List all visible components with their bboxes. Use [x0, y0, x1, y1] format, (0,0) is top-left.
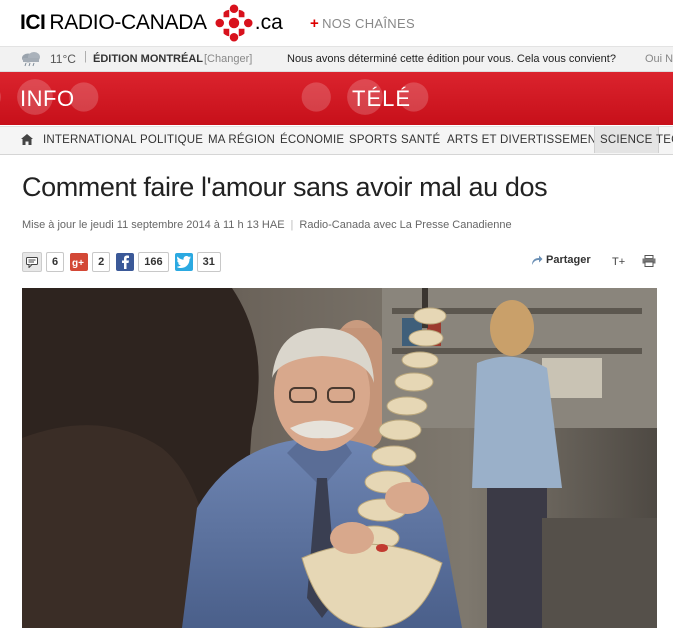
change-edition-link[interactable]: [Changer] [204, 53, 252, 65]
plus-icon: + [310, 15, 320, 32]
share-icon [532, 255, 543, 265]
channel-band: INFO TÉLÉ [0, 72, 673, 125]
svg-text:g+: g+ [72, 258, 84, 268]
nos-chaines-link[interactable]: + NOS CHAÎNES [310, 15, 415, 32]
googleplus-button[interactable]: g+ 2 [70, 252, 111, 272]
chiropractor-spine-image [22, 288, 657, 628]
share-button[interactable]: Partager [531, 254, 591, 266]
nos-chaines-label: NOS CHAÎNES [322, 16, 415, 31]
twitter-icon [174, 253, 193, 271]
article-photo [22, 288, 657, 628]
yes-link[interactable]: Oui N [645, 53, 673, 65]
facebook-count: 166 [138, 252, 169, 272]
temperature: 11°C [50, 52, 76, 66]
googleplus-count: 2 [92, 252, 111, 272]
nav-item-science[interactable]: SCIENCE [594, 127, 659, 153]
nav-item-sports[interactable]: SPORTS [349, 134, 397, 146]
meta-divider: | [290, 219, 294, 231]
social-bar: 6 g+ 2 166 31 [22, 251, 227, 273]
updated-date: Mise à jour le jeudi 11 septembre 2014 à… [22, 219, 285, 231]
section-nav: INTERNATIONAL POLITIQUE MA RÉGION ÉCONOM… [0, 126, 673, 155]
nav-item-sante[interactable]: SANTÉ [401, 134, 440, 146]
edition-message: Nous avons déterminé cette édition pour … [287, 53, 616, 65]
nav-item-international[interactable]: INTERNATIONAL [43, 134, 137, 146]
article-title: Comment faire l'amour sans avoir mal au … [22, 172, 548, 202]
comments-count: 6 [46, 252, 65, 272]
edition-bar: 11°C | ÉDITION MONTRÉAL [Changer] Nous a… [0, 47, 673, 72]
nav-item-ma-region[interactable]: MA RÉGION [208, 134, 275, 146]
tele-channel-link[interactable]: TÉLÉ [352, 86, 411, 112]
cloud-rain-icon [22, 52, 40, 67]
divider: | [84, 51, 87, 63]
nav-item-techno[interactable]: TEC [656, 134, 673, 146]
home-icon[interactable] [21, 134, 33, 145]
googleplus-icon: g+ [70, 253, 89, 271]
nav-item-politique[interactable]: POLITIQUE [140, 134, 203, 146]
info-channel-link[interactable]: INFO [20, 86, 75, 112]
nav-item-economie[interactable]: ÉCONOMIE [280, 134, 344, 146]
logo-ici: ICI [20, 11, 46, 34]
share-label: Partager [546, 254, 591, 266]
article-meta: Mise à jour le jeudi 11 septembre 2014 à… [22, 219, 512, 231]
comment-icon [22, 252, 42, 272]
text-size-button[interactable]: T+ [612, 256, 625, 268]
nav-item-arts[interactable]: ARTS ET DIVERTISSEMENT [447, 134, 604, 146]
print-icon[interactable] [642, 255, 656, 267]
radio-canada-logo[interactable]: ICI RADIO-CANADA .ca [20, 4, 283, 42]
article-source: Radio-Canada avec La Presse Canadienne [299, 219, 512, 231]
facebook-button[interactable]: 166 [116, 252, 169, 272]
twitter-count: 31 [196, 252, 221, 272]
top-bar: ICI RADIO-CANADA .ca + NOS CHAÎNES [0, 0, 673, 47]
logo-tld: .ca [254, 11, 283, 34]
twitter-button[interactable]: 31 [174, 252, 221, 272]
edition-label: ÉDITION MONTRÉAL [93, 53, 203, 65]
comments-button[interactable]: 6 [22, 252, 65, 272]
logo-name: RADIO-CANADA [49, 11, 207, 34]
facebook-icon [116, 253, 135, 271]
radio-canada-gem-icon [215, 4, 253, 42]
